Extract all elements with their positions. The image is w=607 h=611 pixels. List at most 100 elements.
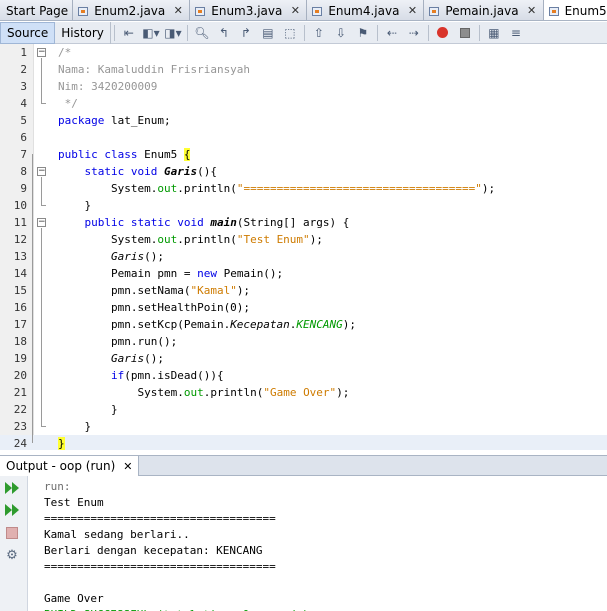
code-line[interactable]: 2 Nama: Kamaluddin Frisriansyah <box>0 61 607 78</box>
code-token: new <box>197 267 217 280</box>
code-text: Nama: Kamaluddin Frisriansyah <box>58 61 250 78</box>
code-token: if <box>110 369 125 382</box>
close-icon[interactable]: ✕ <box>123 460 132 473</box>
output-line: Game Over <box>44 592 104 605</box>
file-tab[interactable]: Enum3.java ✕ <box>190 0 308 20</box>
fold-toggle-icon[interactable]: − <box>37 48 46 57</box>
comment-icon[interactable]: ▦ <box>484 24 504 42</box>
toolbar-separator <box>186 24 188 41</box>
code-token: Pemain pmn = <box>58 267 198 280</box>
code-line[interactable]: 14 Pemain pmn = new Pemain(); <box>0 265 607 282</box>
toggle-bookmark-icon[interactable]: ⚑ <box>353 24 373 42</box>
toolbar-separator <box>303 24 305 41</box>
code-text: pmn.setNama("Kamal"); <box>58 282 250 299</box>
code-token: ); <box>481 182 496 195</box>
shift-left-icon[interactable]: ⇠ <box>382 24 402 42</box>
start-macro-recording-icon[interactable] <box>433 24 453 42</box>
java-file-icon <box>311 4 324 17</box>
rerun-icon[interactable] <box>3 479 21 497</box>
file-tab[interactable]: Enum5.java✕ <box>543 0 607 20</box>
code-line[interactable]: 23 } <box>0 418 607 435</box>
find-icon[interactable]: 🔍︎ <box>192 24 212 42</box>
fold-guide <box>41 58 42 103</box>
code-line[interactable]: 3 Nim: 3420200009 <box>0 78 607 95</box>
find-next-icon[interactable]: ↱ <box>236 24 256 42</box>
fold-toggle-icon[interactable]: − <box>37 218 46 227</box>
code-editor[interactable]: 1 /* 2 Nama: Kamaluddin Frisriansyah 3 Nim: 3… <box>0 44 607 450</box>
previous-bookmark-icon[interactable]: ⇧ <box>309 24 329 42</box>
code-line[interactable]: 6 <box>0 129 607 146</box>
code-line[interactable]: 9 System.out.println("==================… <box>0 180 607 197</box>
settings-icon[interactable]: ⚙ <box>3 546 21 564</box>
code-line[interactable]: 11 public static void main(String[] args… <box>0 214 607 231</box>
rectangular-selection-icon[interactable]: ⬚ <box>280 24 300 42</box>
code-line[interactable]: 10 } <box>0 197 607 214</box>
uncomment-icon[interactable]: ≡ <box>506 24 526 42</box>
code-token: package <box>58 114 105 127</box>
code-token: Pemain(); <box>216 267 284 280</box>
code-line[interactable]: 21 System.out.println("Game Over"); <box>0 384 607 401</box>
code-line[interactable]: 18 pmn.run(); <box>0 333 607 350</box>
code-token: out <box>157 182 178 195</box>
fold-guide-end <box>41 103 46 104</box>
history-view-tab[interactable]: History <box>55 21 111 44</box>
find-previous-icon[interactable]: ↰ <box>214 24 234 42</box>
line-number: 22 <box>13 403 27 416</box>
code-line[interactable]: 15 pmn.setNama("Kamal"); <box>0 282 607 299</box>
output-console[interactable]: run: Test Enum ===========================… <box>44 479 604 611</box>
code-token: } <box>58 199 92 212</box>
code-line[interactable]: 19 Garis(); <box>0 350 607 367</box>
code-line[interactable]: 1 /* <box>0 44 607 61</box>
code-line[interactable]: 12 System.out.println("Test Enum"); <box>0 231 607 248</box>
toolbar-separator <box>113 24 115 41</box>
code-line[interactable]: 7 public class Enum5 { <box>0 146 607 163</box>
code-line[interactable]: 5 package lat_Enum; <box>0 112 607 129</box>
code-token: pmn.setNama( <box>58 284 191 297</box>
file-tab[interactable]: Enum2.java ✕ <box>73 0 191 20</box>
file-tab[interactable]: Pemain.java ✕ <box>424 0 544 20</box>
code-token: } <box>58 437 65 450</box>
code-text: Nim: 3420200009 <box>58 78 157 95</box>
code-token: pmn.run(); <box>58 335 178 348</box>
code-token: ); <box>309 233 323 246</box>
close-icon[interactable]: ✕ <box>288 4 302 17</box>
code-line[interactable]: 22 } <box>0 401 607 418</box>
code-line[interactable]: 24} <box>0 435 607 450</box>
code-line[interactable]: 8 static void Garis(){ <box>0 163 607 180</box>
forward-icon[interactable]: ◨▾ <box>163 24 183 42</box>
close-icon[interactable]: ✕ <box>525 4 539 17</box>
code-line[interactable]: 13 Garis(); <box>0 248 607 265</box>
source-view-tab[interactable]: Source <box>0 21 56 44</box>
code-token: { <box>183 148 191 161</box>
toggle-highlight-icon[interactable]: ▤ <box>258 24 278 42</box>
line-number: 16 <box>13 301 27 314</box>
back-icon[interactable]: ◧▾ <box>141 24 161 42</box>
next-bookmark-icon[interactable]: ⇩ <box>331 24 351 42</box>
code-token: "===================================" <box>236 182 482 195</box>
close-icon[interactable]: ✕ <box>171 4 185 17</box>
file-tab[interactable]: Start Page <box>0 0 74 20</box>
line-number: 2 <box>20 63 27 76</box>
output-tab[interactable]: Output - oop (run) ✕ <box>0 456 140 476</box>
code-line[interactable]: 17 pmn.setKcp(Pemain.Kecepatan.KENCANG); <box>0 316 607 333</box>
code-line[interactable]: 20 if(pmn.isDead()){ <box>0 367 607 384</box>
stop-icon[interactable] <box>3 524 21 542</box>
code-token: Enum5 <box>137 148 184 161</box>
fold-toggle-icon[interactable]: − <box>37 167 46 176</box>
last-edit-icon[interactable]: ⇤ <box>119 24 139 42</box>
stop-macro-recording-icon[interactable] <box>455 24 475 42</box>
file-tab[interactable]: Enum4.java ✕ <box>307 0 425 20</box>
code-token: out <box>157 233 178 246</box>
output-tab-label: Output - oop (run) <box>6 459 116 473</box>
rerun-with-options-icon[interactable] <box>3 501 21 519</box>
close-icon[interactable]: ✕ <box>405 4 419 17</box>
code-line[interactable]: 4 */ <box>0 95 607 112</box>
code-token: */ <box>58 97 78 110</box>
code-token: public static void <box>58 216 204 229</box>
code-token: "Game Over" <box>263 386 337 399</box>
code-line[interactable]: 16 pmn.setHealthPoin(0); <box>0 299 607 316</box>
shift-right-icon[interactable]: ⇢ <box>404 24 424 42</box>
